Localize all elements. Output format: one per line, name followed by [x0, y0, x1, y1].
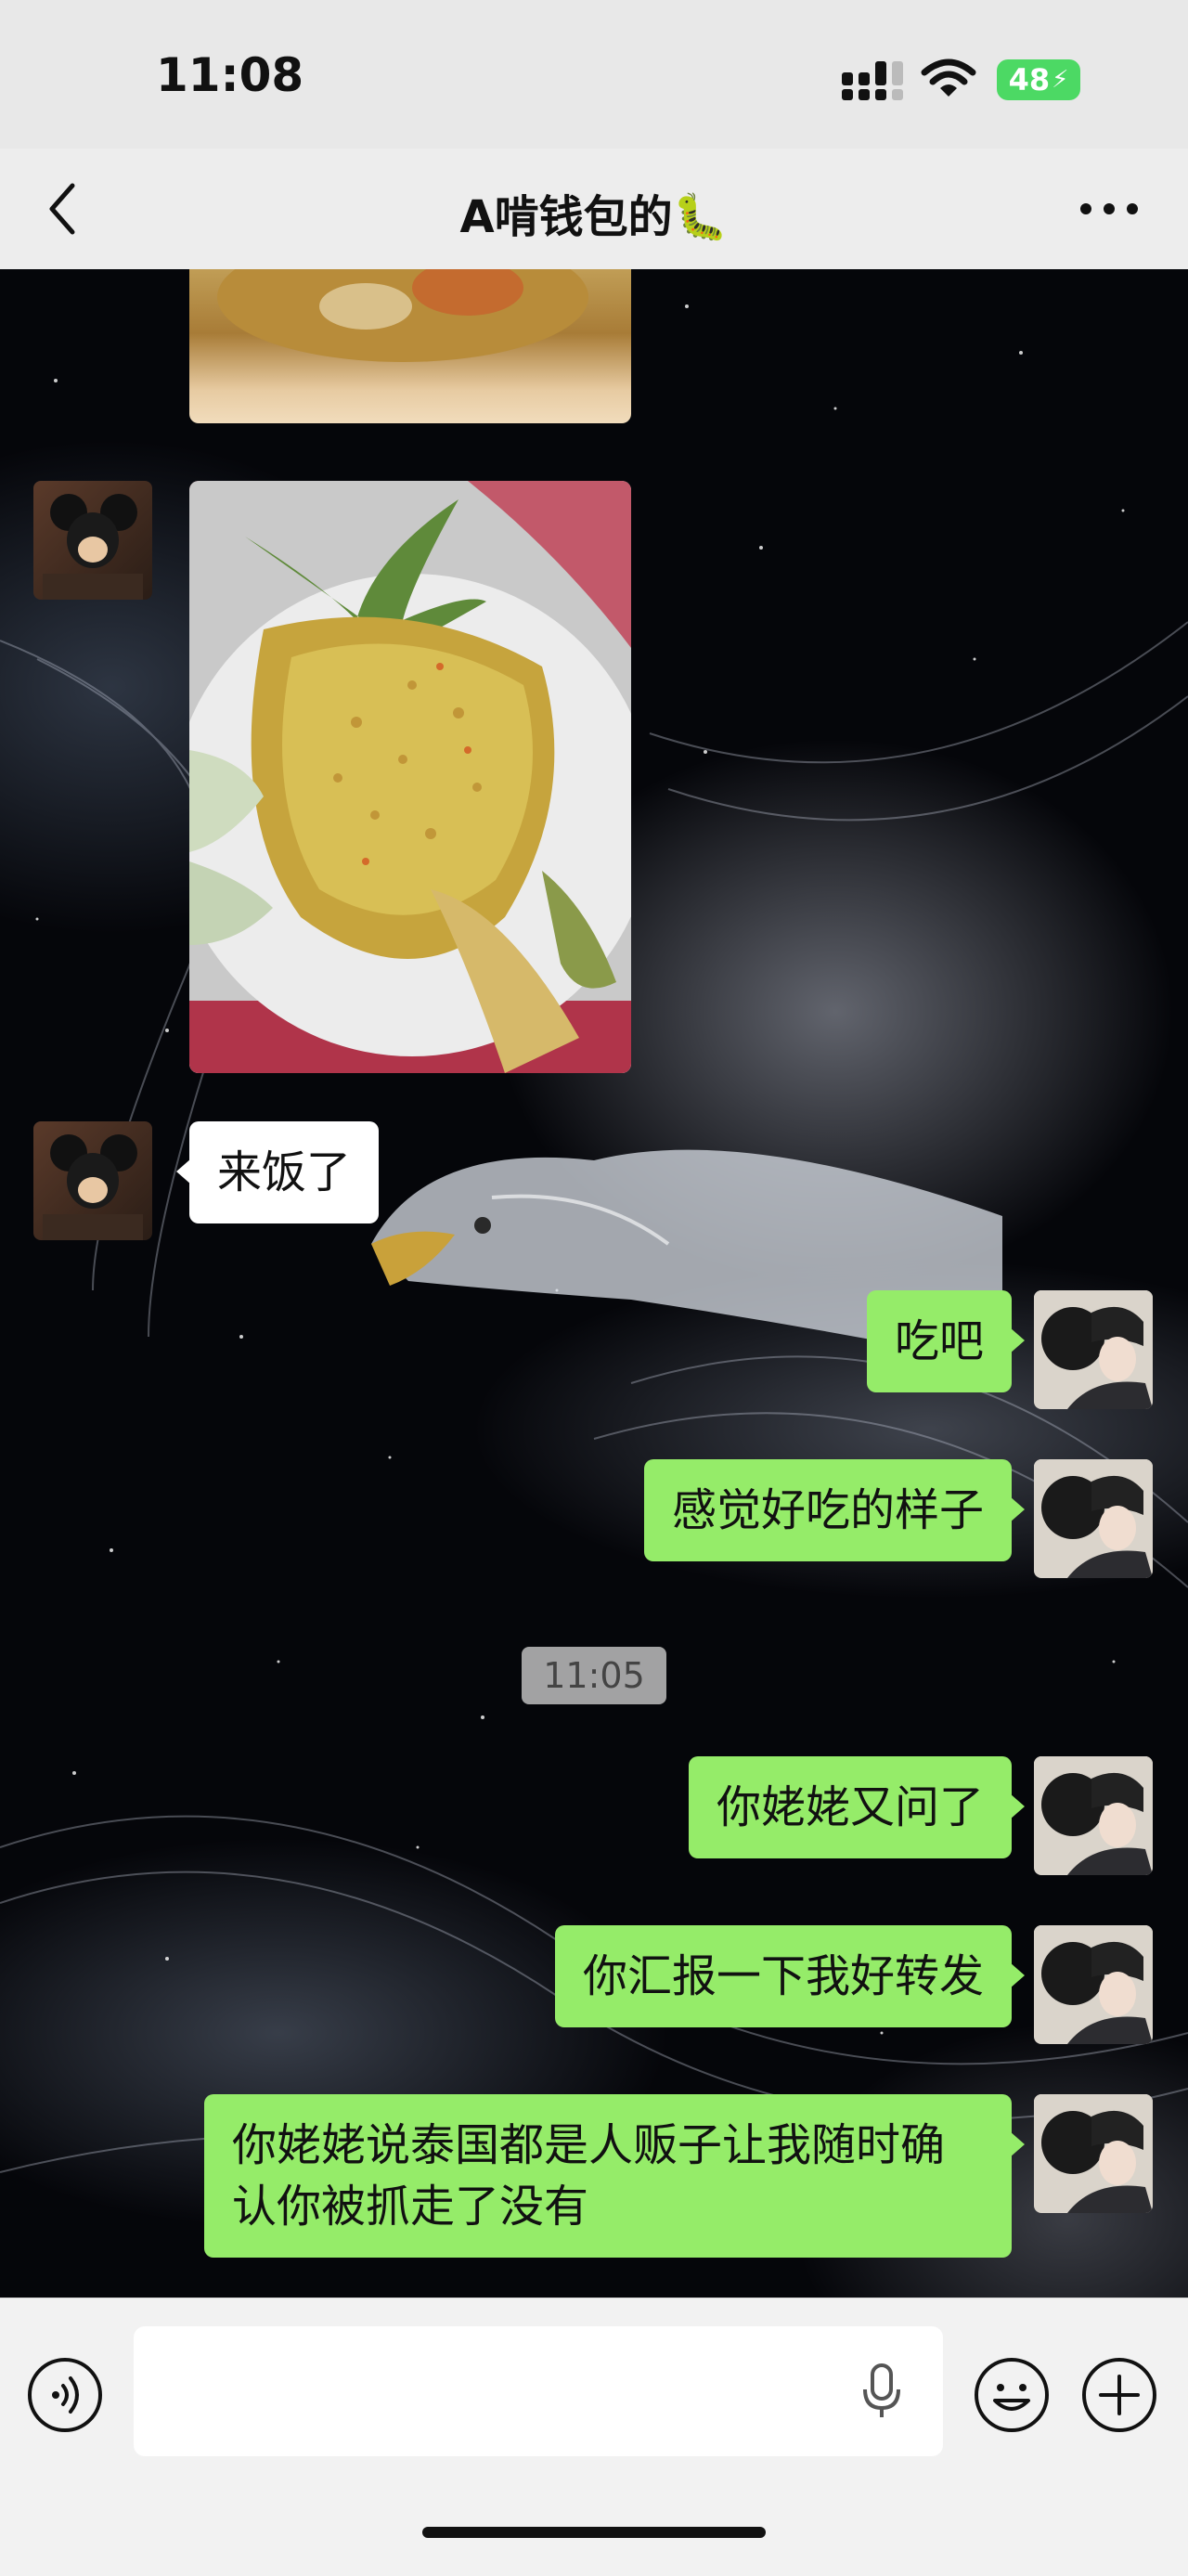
plus-icon[interactable]	[1080, 2356, 1158, 2434]
user-avatar-icon	[1034, 1290, 1153, 1409]
status-bar: 11:08 48 ⚡	[0, 0, 1188, 149]
food-photo-pineapple-fried-rice	[189, 481, 631, 1073]
message-bubble-sent[interactable]: 你姥姥说泰国都是人贩子让我随时确认你被抓走了没有	[204, 2094, 1025, 2258]
food-photo-curry	[217, 269, 588, 362]
status-time: 11:08	[156, 48, 304, 102]
emoji-icon[interactable]	[973, 2356, 1051, 2434]
message-input[interactable]	[134, 2326, 943, 2456]
avatar[interactable]	[33, 1121, 152, 1240]
avatar[interactable]	[1034, 1290, 1153, 1409]
avatar[interactable]	[1034, 1459, 1153, 1578]
message-bubble-sent[interactable]: 吃吧	[866, 1290, 1026, 1392]
user-avatar-icon	[1034, 1459, 1153, 1578]
message-bubble-sent[interactable]: 你汇报一下我好转发	[554, 1925, 1026, 2027]
chat-input-bar	[0, 2298, 1188, 2576]
message-bubble-sent[interactable]: 感觉好吃的样子	[643, 1459, 1026, 1561]
signal-icon	[842, 61, 903, 100]
mic-icon[interactable]	[859, 2362, 904, 2421]
mickey-avatar-icon	[43, 494, 143, 600]
user-avatar-icon	[1034, 1756, 1153, 1875]
user-avatar-icon	[1034, 1925, 1153, 2044]
message-bubble-sent[interactable]: 你姥姥又问了	[688, 1756, 1026, 1858]
chat-title[interactable]: A啃钱包的🐛	[0, 180, 1188, 245]
image-message[interactable]	[189, 481, 631, 1073]
wifi-icon	[921, 58, 976, 97]
user-avatar-icon	[1034, 2094, 1153, 2213]
image-message[interactable]	[189, 269, 631, 423]
more-dots-icon[interactable]	[1067, 186, 1151, 232]
battery-charging-icon: 48 ⚡	[997, 59, 1080, 100]
avatar[interactable]	[1034, 1756, 1153, 1875]
chat-header: A啃钱包的🐛	[0, 149, 1188, 270]
chat-message-list[interactable]: 来饭了 吃吧 感觉好吃的样子 11:05 你姥姥又问了 你汇报一下我好转发 你姥…	[0, 269, 1188, 2298]
avatar[interactable]	[33, 481, 152, 600]
message-timestamp: 11:05	[522, 1647, 666, 1704]
avatar[interactable]	[1034, 2094, 1153, 2213]
avatar[interactable]	[1034, 1925, 1153, 2044]
voice-icon[interactable]	[26, 2356, 104, 2434]
message-bubble-received[interactable]: 来饭了	[175, 1121, 380, 1223]
mickey-avatar-icon	[43, 1134, 143, 1240]
home-indicator[interactable]	[422, 2527, 766, 2538]
battery-level: 48	[1008, 62, 1051, 97]
